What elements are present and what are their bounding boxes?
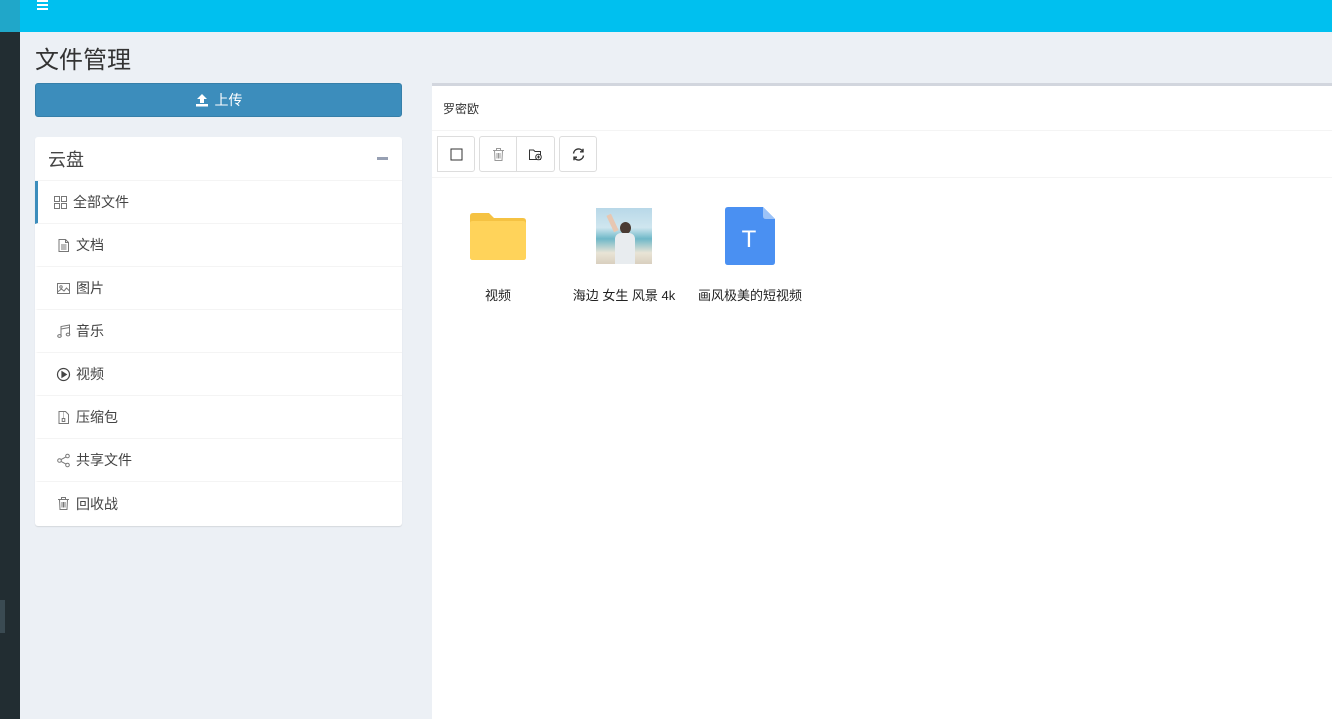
nav-item-label: 回收战 bbox=[76, 495, 118, 512]
nav-item-label: 共享文件 bbox=[76, 452, 132, 468]
play-circle-icon bbox=[56, 367, 71, 382]
cloud-drive-panel: 云盘 全部文件 文档 图片 音乐 视频 压缩包 共享文件 回收战 bbox=[35, 137, 402, 526]
image-icon bbox=[56, 281, 71, 296]
select-all-checkbox[interactable] bbox=[437, 136, 475, 172]
file-item[interactable]: 视频 bbox=[442, 207, 554, 304]
nav-item-archives[interactable]: 压缩包 bbox=[35, 396, 402, 439]
checkbox-icon bbox=[450, 148, 462, 160]
nav-item-label: 音乐 bbox=[76, 323, 104, 339]
rail-logo-area bbox=[0, 0, 20, 32]
file-item[interactable]: T 画风极美的短视频 bbox=[694, 207, 806, 304]
nav-item-shared[interactable]: 共享文件 bbox=[35, 439, 402, 482]
page-title: 文件管理 bbox=[35, 47, 131, 74]
cloud-drive-title: 云盘 bbox=[48, 149, 84, 170]
file-grid: 视频 海边 女生 风景 4k T 画风极美的短视频 bbox=[432, 178, 1332, 378]
action-group bbox=[479, 136, 555, 172]
folder-icon bbox=[469, 207, 527, 265]
grid-icon bbox=[53, 195, 68, 210]
image-thumbnail bbox=[595, 207, 653, 265]
trash-icon bbox=[56, 496, 71, 511]
category-nav: 全部文件 文档 图片 音乐 视频 压缩包 共享文件 回收战 bbox=[35, 181, 402, 525]
delete-button[interactable] bbox=[479, 136, 517, 172]
new-folder-button[interactable] bbox=[517, 136, 555, 172]
nav-item-label: 全部文件 bbox=[73, 194, 129, 210]
nav-item-all-files[interactable]: 全部文件 bbox=[35, 181, 402, 224]
trash-icon bbox=[492, 147, 504, 161]
select-group bbox=[437, 136, 475, 172]
nav-item-music[interactable]: 音乐 bbox=[35, 310, 402, 353]
collapse-icon[interactable] bbox=[375, 152, 389, 166]
nav-item-label: 图片 bbox=[76, 280, 104, 296]
upload-button-label: 上传 bbox=[214, 92, 243, 108]
document-icon bbox=[56, 238, 71, 253]
menu-toggle-icon[interactable] bbox=[37, 0, 49, 12]
refresh-icon bbox=[572, 147, 584, 161]
nav-item-label: 压缩包 bbox=[76, 409, 118, 425]
file-name: 视频 bbox=[484, 288, 511, 303]
cloud-drive-header: 云盘 bbox=[35, 137, 402, 181]
path-label[interactable]: 罗密欧 bbox=[443, 100, 479, 117]
svg-text:T: T bbox=[742, 226, 757, 253]
file-browser-panel: 罗密欧 视频 海边 女生 风景 4k T 画风极美的短视频 bbox=[432, 83, 1332, 719]
nav-item-documents[interactable]: 文档 bbox=[35, 224, 402, 267]
archive-icon bbox=[56, 410, 71, 425]
upload-icon bbox=[195, 94, 208, 107]
file-toolbar bbox=[432, 131, 1332, 178]
file-name: 海边 女生 风景 4k bbox=[572, 288, 676, 303]
refresh-button[interactable] bbox=[559, 136, 597, 172]
sidebar-rail bbox=[0, 0, 20, 719]
upload-button[interactable]: 上传 bbox=[35, 83, 402, 117]
music-icon bbox=[56, 323, 71, 339]
file-item[interactable]: 海边 女生 风景 4k bbox=[568, 207, 680, 304]
rail-active-marker bbox=[0, 600, 5, 633]
nav-item-label: 视频 bbox=[76, 366, 104, 382]
nav-item-recycle[interactable]: 回收战 bbox=[35, 482, 402, 525]
nav-item-images[interactable]: 图片 bbox=[35, 267, 402, 310]
folder-add-icon bbox=[529, 149, 542, 160]
nav-item-label: 文档 bbox=[76, 237, 104, 253]
top-navbar bbox=[20, 0, 1332, 32]
text-file-icon: T bbox=[721, 207, 779, 265]
current-path: 罗密欧 bbox=[432, 86, 1332, 131]
share-icon bbox=[56, 453, 71, 468]
file-name: 画风极美的短视频 bbox=[697, 288, 802, 303]
nav-item-videos[interactable]: 视频 bbox=[35, 353, 402, 396]
